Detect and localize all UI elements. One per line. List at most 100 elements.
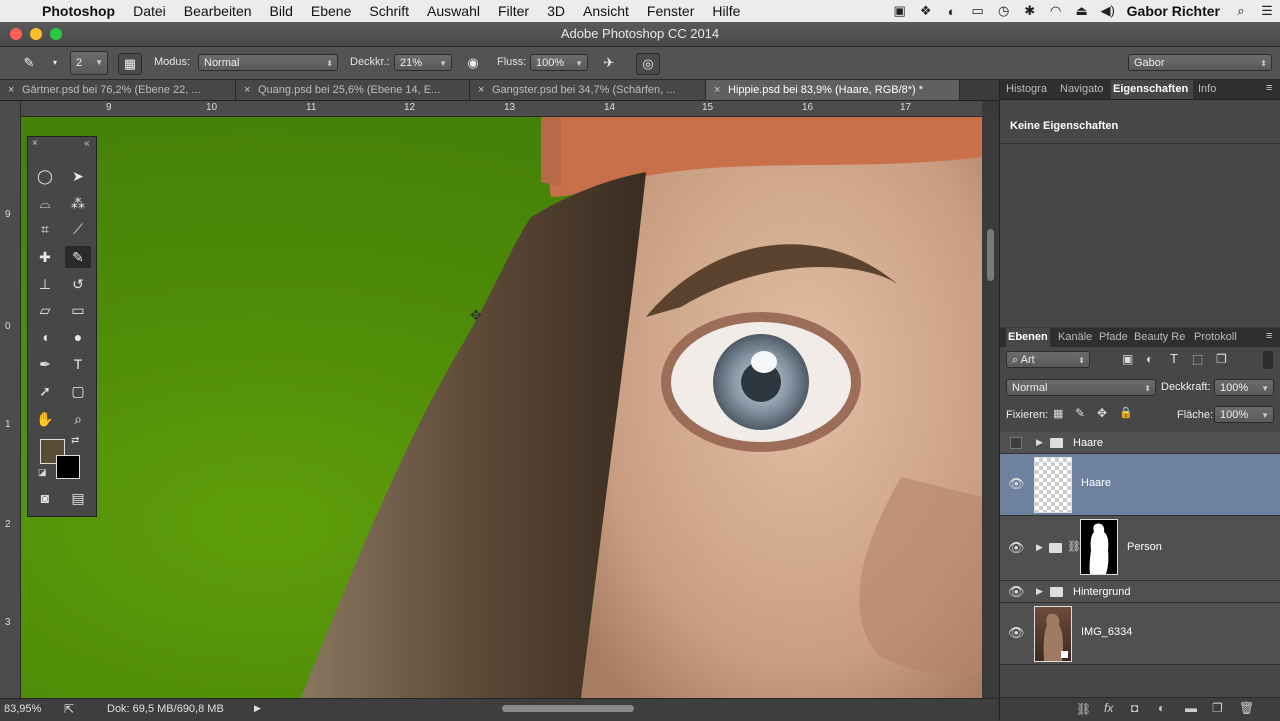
mask-link-icon[interactable]: ⛓ [1067,540,1081,553]
menu-schrift[interactable]: Schrift [360,0,418,22]
menu-ansicht[interactable]: Ansicht [574,0,638,22]
polygon-lasso-icon[interactable]: ⌓ [32,192,58,214]
brush-tool-preset-icon[interactable]: ✎ [18,53,40,73]
menu-hilfe[interactable]: Hilfe [703,0,749,22]
layer-name[interactable]: IMG_6334 [1081,626,1132,638]
screen-mirror-icon[interactable]: ▣ [887,3,913,19]
hand-tool-icon[interactable]: ✋ [32,408,58,430]
layer-name[interactable]: Haare [1073,437,1103,449]
lock-transparency-icon[interactable]: ▦ [1053,407,1063,420]
visibility-toggle-off[interactable] [1010,437,1022,449]
expand-triangle-icon[interactable]: ▶ [1036,437,1043,448]
filter-type-icon[interactable]: T [1170,351,1178,366]
panel-menu-icon[interactable]: ≡ [1266,330,1272,342]
filter-smart-object-icon[interactable]: ❐ [1216,352,1227,366]
crop-tool-icon[interactable]: ⌗ [32,218,58,240]
dodge-tool-icon[interactable]: ● [65,326,91,348]
screen-mode-icon[interactable]: ▤ [65,487,91,509]
clone-stamp-icon[interactable]: ⊥ [32,273,58,295]
tab-gaertner[interactable]: × Gärtner.psd bei 76,2% (Ebene 22, ... [0,80,236,100]
tab-beauty-retouch[interactable]: Beauty Re [1134,328,1190,347]
collapse-icon[interactable]: « [84,138,90,149]
menu-app[interactable]: Photoshop [40,0,124,22]
tab-history[interactable]: Protokoll [1194,328,1246,347]
filter-pixel-layers-icon[interactable]: ▣ [1122,352,1133,366]
search-icon[interactable]: ⌕ [1228,3,1254,19]
layer-name[interactable]: Hintergrund [1073,586,1130,598]
layer-filter-kind-select[interactable]: ⌕ Art ⬍ [1006,351,1090,368]
layer-style-icon[interactable]: fx [1104,701,1113,715]
menu-3d[interactable]: 3D [538,0,574,22]
tab-properties[interactable]: Eigenschaften [1111,80,1193,99]
document-canvas[interactable]: ✥ [21,117,982,698]
eject-icon[interactable]: ⏏ [1069,3,1095,19]
menu-datei[interactable]: Datei [124,0,175,22]
tab-quang[interactable]: × Quang.psd bei 25,6% (Ebene 14, E... [236,80,470,100]
default-colors-icon[interactable]: ◪ [38,467,47,478]
eye-icon[interactable]: 👁 [1008,540,1025,556]
eye-icon[interactable]: 👁 [1008,625,1025,641]
flow-field[interactable]: 100% ▼ [530,54,588,71]
pressure-opacity-icon[interactable]: ◉ [462,53,484,73]
dropbox-icon[interactable]: ❖ [913,3,939,19]
vertical-scroll-thumb[interactable] [987,229,994,281]
expand-triangle-icon[interactable]: ▶ [1036,542,1043,553]
layer-row-img-6334[interactable]: 👁 IMG_6334 [1000,603,1280,665]
eyedropper-icon[interactable]: ⟋ [65,218,91,240]
layer-row-person[interactable]: 👁 ▶ ⛓ Person [1000,516,1280,581]
status-menu-arrow-icon[interactable]: ▶ [254,703,261,714]
share-icon[interactable]: ⇱ [64,702,74,716]
menu-auswahl[interactable]: Auswahl [418,0,489,22]
panel-menu-icon[interactable]: ≡ [1266,82,1272,94]
bluetooth-icon[interactable]: ✱ [1017,3,1043,19]
airbrush-icon[interactable]: ✈ [598,53,620,73]
preset-dropdown-icon[interactable]: ▾ [44,53,66,73]
layer-row-haare[interactable]: 👁 Haare [1000,454,1280,516]
close-icon[interactable]: × [244,80,250,100]
brush-size-picker[interactable]: 2 ▼ [70,51,108,75]
tab-paths[interactable]: Pfade [1099,328,1129,347]
brush-tool-icon[interactable]: ✎ [65,246,91,268]
tab-layers[interactable]: Ebenen [1006,328,1050,347]
move-tool-icon[interactable]: ➤ [65,165,91,187]
layer-row-haare-group[interactable]: ▶ Haare [1000,432,1280,454]
menu-bild[interactable]: Bild [261,0,302,22]
healing-brush-icon[interactable]: ✚ [32,246,58,268]
new-group-icon[interactable]: ▬ [1185,701,1197,715]
layer-name[interactable]: Haare [1081,477,1111,489]
volume-icon[interactable]: ◀) [1095,3,1121,19]
tab-navigator[interactable]: Navigato [1060,80,1110,99]
link-layers-icon[interactable]: ⛓ [1076,702,1091,716]
tab-histogram[interactable]: Histogra [1006,80,1056,99]
filter-shape-icon[interactable]: ⬚ [1192,352,1203,366]
mask-thumbnail[interactable] [1080,519,1118,575]
list-icon[interactable]: ☰ [1254,3,1280,19]
eye-icon[interactable]: 👁 [1008,476,1025,492]
expand-triangle-icon[interactable]: ▶ [1036,586,1043,597]
filter-toggle[interactable] [1263,351,1273,369]
horizontal-scroll-thumb[interactable] [502,705,634,712]
mode-select[interactable]: Normal ⬍ [198,54,338,71]
vertical-scrollbar[interactable] [984,117,998,698]
menu-ebene[interactable]: Ebene [302,0,360,22]
close-icon[interactable]: × [478,80,484,100]
path-selection-icon[interactable]: ➚ [32,380,58,402]
tab-gangster[interactable]: × Gangster.psd bei 34,7% (Schärfen, ... [470,80,706,100]
swap-colors-icon[interactable]: ⇄ [71,435,79,446]
background-color-swatch[interactable] [56,455,80,479]
eraser-icon[interactable]: ▱ [32,299,58,321]
blur-tool-icon[interactable]: ◖ [32,326,58,348]
layer-name[interactable]: Person [1127,541,1162,553]
close-icon[interactable]: × [32,138,38,149]
airplay-icon[interactable]: ▭ [965,3,991,19]
tab-hippie[interactable]: × Hippie.psd bei 83,9% (Haare, RGB/8*) * [706,80,960,100]
menu-bearbeiten[interactable]: Bearbeiten [175,0,261,22]
pen-tool-icon[interactable]: ✒ [32,353,58,375]
user-name[interactable]: Gabor Richter [1121,3,1228,19]
workspace-select[interactable]: Gabor ⬍ [1128,54,1272,71]
opacity-field[interactable]: 21% ▼ [394,54,452,71]
menu-fenster[interactable]: Fenster [638,0,703,22]
evernote-icon[interactable]: ◐ [939,4,965,19]
eye-icon[interactable]: 👁 [1008,584,1025,600]
blend-mode-select[interactable]: Normal ⬍ [1006,379,1156,396]
